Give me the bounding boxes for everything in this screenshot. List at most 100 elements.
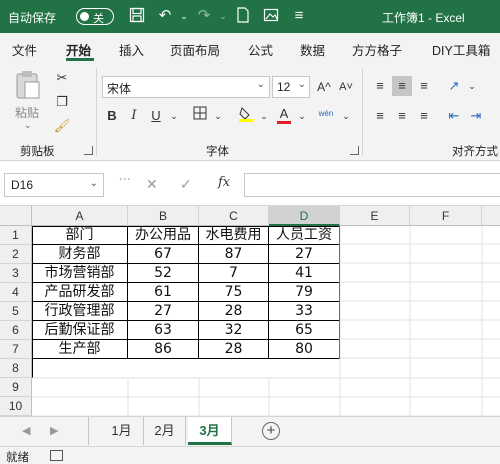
formula-input[interactable] bbox=[244, 173, 500, 197]
increase-indent-icon[interactable]: ⇥ bbox=[466, 106, 486, 126]
font-launcher-icon[interactable] bbox=[350, 146, 359, 155]
cut-icon[interactable]: ✂ bbox=[52, 68, 72, 88]
font-color-icon[interactable]: A bbox=[274, 104, 294, 124]
phonetic-dropdown-icon[interactable]: ⌄ bbox=[336, 106, 356, 126]
tab-home[interactable]: 开始 bbox=[66, 40, 91, 59]
undo-icon[interactable]: ↶ bbox=[156, 7, 174, 25]
font-size-select[interactable]: 12 ⌄ bbox=[272, 76, 310, 98]
italic-button[interactable]: I bbox=[124, 106, 144, 126]
orientation-icon[interactable]: ↗ bbox=[444, 76, 464, 96]
align-center-icon[interactable]: ≡ bbox=[392, 106, 412, 126]
row-header[interactable]: 2 bbox=[0, 245, 32, 264]
paste-icon[interactable] bbox=[14, 70, 42, 100]
tab-page-layout[interactable]: 页面布局 bbox=[170, 40, 220, 59]
row-header[interactable]: 9 bbox=[0, 378, 32, 397]
copy-icon[interactable]: ❐ bbox=[52, 92, 72, 112]
column-header[interactable]: C bbox=[199, 206, 269, 226]
font-size-value: 12 bbox=[277, 80, 291, 94]
column-header[interactable] bbox=[482, 206, 500, 226]
prev-sheet-icon[interactable]: ◀ bbox=[22, 424, 30, 437]
alignment-group-label: 对齐方式 bbox=[452, 146, 498, 158]
name-box-value: D16 bbox=[11, 178, 34, 192]
underline-dropdown-icon[interactable]: ⌄ bbox=[164, 106, 184, 126]
clipboard-launcher-icon[interactable] bbox=[84, 146, 93, 155]
separator bbox=[88, 417, 89, 445]
row-header[interactable]: 10 bbox=[0, 397, 32, 416]
worksheet-grid: A B C D E F 1 2 3 4 5 6 7 8 9 10 部门 办公用品… bbox=[0, 206, 500, 416]
redo-dropdown-icon[interactable]: ⌄ bbox=[214, 7, 232, 25]
chevron-down-icon: ⌄ bbox=[297, 79, 306, 90]
align-middle-icon[interactable]: ≡ bbox=[392, 76, 412, 96]
row-header[interactable]: 1 bbox=[0, 226, 32, 245]
ribbon: 粘贴 ⌄ ✂ ❐ 🖌 剪贴板 宋体 ⌄ 12 ⌄ A^ A˅ B I U ⌄ ⌄… bbox=[0, 62, 500, 161]
paste-dropdown-icon[interactable]: ⌄ bbox=[24, 120, 32, 131]
column-header[interactable]: B bbox=[128, 206, 199, 226]
font-color-dropdown-icon[interactable]: ⌄ bbox=[292, 106, 312, 126]
tab-formulas[interactable]: 公式 bbox=[248, 40, 273, 59]
row-header[interactable]: 7 bbox=[0, 340, 32, 359]
underline-button[interactable]: U bbox=[146, 106, 166, 126]
title-bar: 自动保存 关 ↶ ⌄ ↷ ⌄ ≡ 工作簿1 - Excel bbox=[0, 0, 500, 33]
active-tab-indicator bbox=[66, 58, 94, 61]
sheet-tab-mar[interactable]: 3月 bbox=[188, 417, 232, 445]
status-bar: 就绪 bbox=[0, 446, 500, 464]
column-header[interactable]: E bbox=[340, 206, 410, 226]
shrink-font-icon[interactable]: A˅ bbox=[336, 77, 356, 97]
column-header[interactable]: F bbox=[410, 206, 482, 226]
row-header[interactable]: 4 bbox=[0, 283, 32, 302]
font-group-label: 字体 bbox=[206, 146, 229, 158]
save-icon[interactable] bbox=[128, 7, 146, 25]
tab-diy-toolbox[interactable]: DIY工具箱 bbox=[432, 40, 490, 59]
chevron-down-icon: ⌄ bbox=[89, 178, 98, 189]
autosave-toggle[interactable]: 关 bbox=[76, 8, 114, 25]
align-right-icon[interactable]: ≡ bbox=[414, 106, 434, 126]
sheet-tab-feb[interactable]: 2月 bbox=[144, 417, 186, 445]
tab-file[interactable]: 文件 bbox=[12, 40, 37, 59]
tab-fangfang[interactable]: 方方格子 bbox=[352, 40, 402, 59]
customize-toolbar-icon[interactable]: ≡ bbox=[290, 7, 308, 25]
row-header[interactable]: 8 bbox=[0, 359, 32, 378]
cancel-icon[interactable]: ✕ bbox=[146, 176, 158, 193]
grow-font-icon[interactable]: A^ bbox=[314, 77, 334, 97]
align-top-icon[interactable]: ≡ bbox=[370, 76, 390, 96]
separator bbox=[362, 68, 363, 156]
tab-insert[interactable]: 插入 bbox=[119, 40, 144, 59]
status-ready: 就绪 bbox=[6, 452, 29, 464]
row-header[interactable]: 3 bbox=[0, 264, 32, 283]
sheet-tab-jan[interactable]: 1月 bbox=[100, 417, 144, 445]
document-icon[interactable] bbox=[234, 7, 252, 25]
autosave-label: 自动保存 bbox=[8, 11, 57, 25]
toggle-knob bbox=[80, 12, 89, 21]
select-all-corner[interactable] bbox=[0, 206, 32, 226]
fill-color-dropdown-icon[interactable]: ⌄ bbox=[254, 106, 274, 126]
insert-function-icon[interactable]: fx bbox=[218, 175, 230, 190]
bold-button[interactable]: B bbox=[102, 106, 122, 126]
paste-label[interactable]: 粘贴 bbox=[15, 104, 39, 121]
redo-icon[interactable]: ↷ bbox=[195, 7, 213, 25]
tab-data[interactable]: 数据 bbox=[300, 40, 325, 59]
format-painter-icon[interactable]: 🖌 bbox=[52, 116, 72, 136]
sheet-tab-bar: ◀ ▶ 1月 2月 3月 + bbox=[0, 416, 500, 446]
column-header[interactable]: D bbox=[269, 206, 340, 226]
row-header[interactable]: 5 bbox=[0, 302, 32, 321]
toggle-label: 关 bbox=[93, 13, 104, 25]
name-box[interactable]: D16 ⌄ bbox=[4, 173, 104, 197]
add-sheet-icon[interactable]: + bbox=[262, 422, 280, 440]
decrease-indent-icon[interactable]: ⇤ bbox=[444, 106, 464, 126]
undo-dropdown-icon[interactable]: ⌄ bbox=[175, 7, 193, 25]
macro-record-icon[interactable] bbox=[50, 450, 63, 461]
enter-icon[interactable]: ✓ bbox=[180, 176, 192, 193]
next-sheet-icon[interactable]: ▶ bbox=[50, 424, 58, 437]
borders-icon[interactable] bbox=[190, 106, 210, 126]
align-left-icon[interactable]: ≡ bbox=[370, 106, 390, 126]
orientation-dropdown-icon[interactable]: ⌄ bbox=[462, 76, 482, 96]
font-name-select[interactable]: 宋体 ⌄ bbox=[102, 76, 270, 98]
row-header[interactable]: 6 bbox=[0, 321, 32, 340]
picture-icon[interactable] bbox=[262, 7, 280, 25]
fill-color-icon[interactable] bbox=[236, 106, 256, 126]
borders-dropdown-icon[interactable]: ⌄ bbox=[208, 106, 228, 126]
more-icon: ⋮ bbox=[118, 173, 132, 185]
column-header[interactable]: A bbox=[32, 206, 128, 226]
phonetic-icon[interactable]: wén bbox=[316, 104, 336, 124]
align-bottom-icon[interactable]: ≡ bbox=[414, 76, 434, 96]
